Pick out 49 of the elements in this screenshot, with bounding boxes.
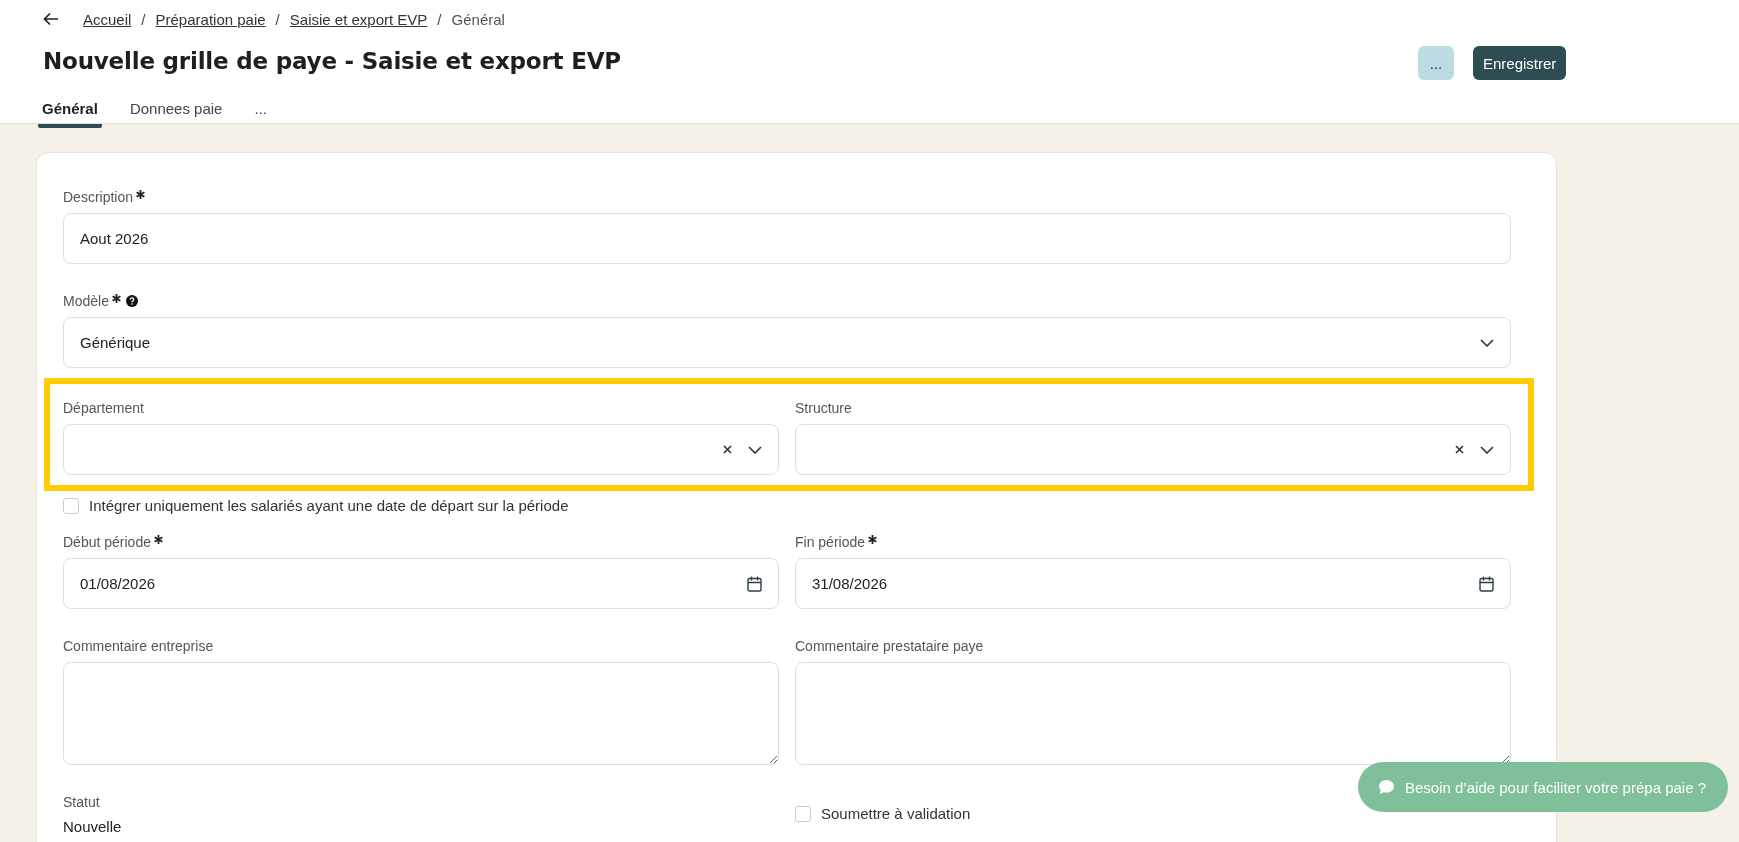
status-value: Nouvelle (63, 818, 123, 835)
breadcrumb-link[interactable]: Accueil (83, 10, 132, 28)
save-button[interactable]: Enregistrer (1473, 46, 1567, 80)
checkbox-label: Intégrer uniquement les salariés ayant une date de départ sur la période (89, 497, 569, 514)
page-title: Nouvelle grille de paye - Saisie et export EVP (43, 48, 621, 74)
field-label: Commentaire prestataire paye (795, 638, 984, 654)
select-field[interactable]: Générique (63, 317, 1511, 368)
clear-icon[interactable] (1455, 445, 1464, 454)
field-label: Description (63, 189, 134, 205)
calendar-icon[interactable] (1479, 575, 1494, 592)
back-arrow-icon[interactable] (43, 12, 59, 26)
checkbox-label: Soumettre à validation (821, 805, 971, 822)
breadcrumb-separator: / (141, 10, 146, 28)
select-field[interactable] (795, 424, 1511, 475)
breadcrumb-link[interactable]: Préparation paie (155, 10, 266, 28)
field-label: Structure (795, 400, 852, 416)
field-label: Commentaire entreprise (63, 638, 214, 654)
field-label: Statut (63, 794, 100, 810)
calendar-icon[interactable] (747, 575, 762, 592)
required-icon (136, 189, 146, 199)
checkbox[interactable] (795, 805, 811, 822)
date-field[interactable]: 31/08/2026 (795, 558, 1511, 609)
chevron-down-icon[interactable] (1480, 338, 1494, 347)
comment-field[interactable] (795, 662, 1511, 765)
field-label: Fin période (795, 534, 866, 550)
breadcrumb-separator: / (275, 10, 280, 28)
breadcrumb-separator: / (437, 10, 442, 28)
field-label: Début période (63, 534, 151, 550)
tab[interactable]: ... (250, 98, 271, 128)
field-label: Modèle (63, 293, 109, 309)
required-icon (868, 534, 878, 544)
checkbox[interactable] (63, 497, 79, 514)
required-icon (111, 293, 121, 303)
help-icon[interactable] (125, 295, 138, 307)
date-field[interactable]: 01/08/2026 (63, 558, 779, 609)
chevron-down-icon[interactable] (1480, 445, 1494, 454)
comment-field[interactable] (63, 662, 779, 765)
breadcrumb-current: Général (451, 10, 505, 28)
tab[interactable]: Donnees paie (125, 98, 227, 128)
tab[interactable]: Général (38, 98, 102, 128)
chevron-down-icon[interactable] (748, 445, 762, 454)
more-button[interactable]: ... (1418, 46, 1454, 80)
field-label: Département (63, 400, 144, 416)
clear-icon[interactable] (723, 445, 732, 454)
chat-bubble-icon (1378, 779, 1395, 795)
breadcrumb-link[interactable]: Saisie et export EVP (289, 10, 428, 28)
select-field[interactable] (63, 424, 779, 475)
text-field[interactable]: Aout 2026 (63, 213, 1511, 264)
required-icon (153, 534, 163, 544)
